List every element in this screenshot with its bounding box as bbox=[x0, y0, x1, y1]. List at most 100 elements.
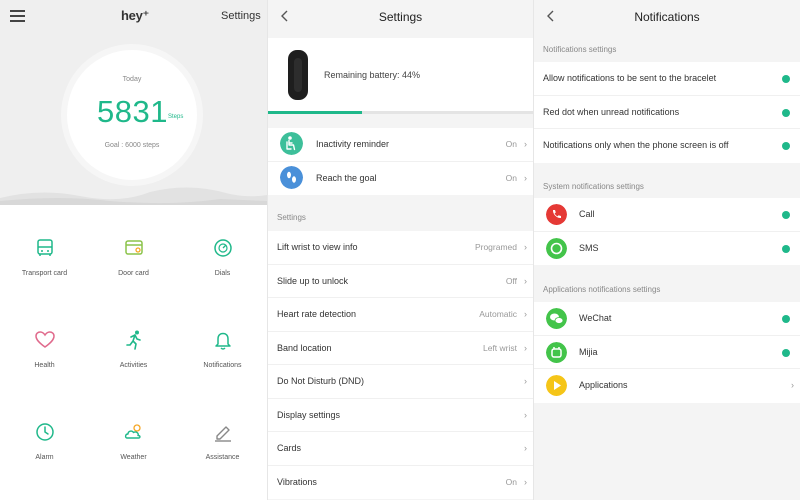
hills-illustration bbox=[0, 187, 267, 205]
row-label: Allow notifications to be sent to the br… bbox=[543, 73, 717, 83]
row-label: Vibrations bbox=[277, 476, 317, 487]
steps-ring[interactable]: Today 5831 Steps Goal : 6000 steps bbox=[67, 50, 197, 180]
row-do-not-disturb[interactable]: Do Not Disturb (DND) › bbox=[268, 365, 533, 399]
heart-icon bbox=[35, 331, 55, 348]
chevron-right-icon: › bbox=[524, 409, 527, 420]
row-label: Do Not Disturb (DND) bbox=[277, 376, 365, 386]
toggle-switch[interactable] bbox=[782, 348, 790, 357]
settings-link[interactable]: Settings bbox=[221, 10, 261, 22]
tile-assistance[interactable]: Assistance bbox=[178, 389, 267, 481]
tile-label: Alarm bbox=[35, 454, 54, 461]
row-reach-the-goal[interactable]: Reach the goal On › bbox=[268, 162, 533, 196]
section-label-settings: Settings bbox=[277, 213, 306, 222]
row-mijia[interactable]: Mijia bbox=[534, 336, 800, 369]
sms-icon bbox=[546, 237, 567, 259]
chevron-right-icon: › bbox=[524, 342, 527, 353]
row-screen-off-only[interactable]: Notifications only when the phone screen… bbox=[534, 129, 800, 163]
mijia-icon bbox=[546, 341, 567, 363]
row-label: Display settings bbox=[277, 409, 341, 420]
app-logo: hey⁺ bbox=[121, 8, 150, 23]
row-slide-up-to-unlock[interactable]: Slide up to unlock Off › bbox=[268, 265, 533, 298]
row-value: Automatic bbox=[479, 309, 517, 319]
tile-weather[interactable]: Weather bbox=[89, 389, 178, 481]
tile-activities[interactable]: Activities bbox=[89, 297, 178, 389]
today-label: Today bbox=[122, 76, 142, 83]
row-applications[interactable]: Applications › bbox=[534, 369, 800, 403]
row-label: Call bbox=[579, 209, 595, 219]
row-label: Cards bbox=[277, 443, 302, 453]
tile-label: Dials bbox=[214, 270, 231, 277]
row-label: Slide up to unlock bbox=[277, 275, 349, 286]
tile-label: Transport card bbox=[21, 270, 68, 277]
toggle-switch[interactable] bbox=[782, 142, 790, 150]
settings-screen: Settings Remaining battery: 44% Inactivi… bbox=[267, 0, 533, 500]
notification-settings-list: Allow notifications to be sent to the br… bbox=[534, 62, 800, 163]
toggle-switch[interactable] bbox=[782, 211, 790, 219]
row-lift-wrist[interactable]: Lift wrist to view info Programed › bbox=[268, 231, 533, 265]
battery-text: Remaining battery: 44% bbox=[324, 70, 421, 80]
row-label: Applications bbox=[579, 380, 628, 390]
row-red-dot[interactable]: Red dot when unread notifications bbox=[534, 96, 800, 129]
row-cards[interactable]: Cards › bbox=[268, 432, 533, 466]
app-notifications-list: WeChat Mijia Applications › bbox=[534, 302, 800, 403]
chevron-right-icon: › bbox=[524, 172, 527, 183]
row-label: Notifications only when the phone screen… bbox=[543, 140, 729, 150]
row-label: WeChat bbox=[579, 313, 612, 323]
running-icon bbox=[126, 330, 141, 350]
wechat-icon bbox=[546, 308, 567, 329]
settings-list: Lift wrist to view info Programed › Slid… bbox=[268, 231, 533, 499]
section-label-applications: Applications notifications settings bbox=[543, 285, 661, 294]
menu-icon[interactable] bbox=[10, 10, 25, 22]
row-label: Lift wrist to view info bbox=[277, 242, 358, 252]
footprints-icon bbox=[280, 165, 303, 189]
row-vibrations[interactable]: Vibrations On › bbox=[268, 466, 533, 500]
row-inactivity-reminder[interactable]: Inactivity reminder On › bbox=[268, 128, 533, 162]
row-value: Programed bbox=[474, 242, 517, 252]
tile-health[interactable]: Health bbox=[0, 297, 89, 389]
tile-label: Weather bbox=[120, 454, 147, 461]
chevron-right-icon: › bbox=[524, 309, 527, 319]
page-title: Settings bbox=[378, 10, 423, 24]
toggle-switch[interactable] bbox=[782, 75, 790, 83]
chevron-right-icon: › bbox=[524, 476, 527, 487]
row-label: Band location bbox=[277, 342, 332, 353]
row-allow-notifications[interactable]: Allow notifications to be sent to the br… bbox=[534, 62, 800, 96]
reminder-list: Inactivity reminder On › Reach the goal … bbox=[268, 128, 533, 195]
toggle-switch[interactable] bbox=[782, 315, 790, 323]
tile-alarm[interactable]: Alarm bbox=[0, 389, 89, 481]
dial-icon bbox=[214, 239, 232, 257]
chevron-right-icon: › bbox=[524, 139, 527, 149]
toggle-switch[interactable] bbox=[782, 244, 790, 253]
steps-unit: Steps bbox=[168, 114, 184, 120]
phone-icon bbox=[546, 204, 567, 225]
notifications-header: Notifications bbox=[534, 0, 800, 34]
bell-icon bbox=[215, 332, 231, 350]
chevron-right-icon: › bbox=[524, 275, 527, 286]
tile-label: Health bbox=[34, 362, 55, 369]
tile-door-card[interactable]: Door card bbox=[89, 205, 178, 297]
row-value: Left wrist bbox=[482, 342, 517, 353]
tile-notifications[interactable]: Notifications bbox=[178, 297, 267, 389]
row-label: Heart rate detection bbox=[277, 309, 357, 319]
chevron-right-icon: › bbox=[791, 380, 794, 390]
band-image bbox=[288, 50, 308, 100]
row-label: SMS bbox=[579, 242, 599, 253]
system-notifications-list: Call SMS bbox=[534, 198, 800, 265]
row-wechat[interactable]: WeChat bbox=[534, 302, 800, 336]
row-heart-rate-detection[interactable]: Heart rate detection Automatic › bbox=[268, 298, 533, 332]
row-band-location[interactable]: Band location Left wrist › bbox=[268, 332, 533, 365]
row-value: On bbox=[505, 476, 517, 487]
row-call[interactable]: Call bbox=[534, 198, 800, 232]
steps-header: hey⁺ Settings Today 5831 Steps Goal : 60… bbox=[0, 0, 267, 205]
row-label: Mijia bbox=[579, 346, 598, 357]
settings-header: Settings bbox=[268, 0, 533, 34]
step-count: 5831 bbox=[97, 94, 168, 129]
tile-transport-card[interactable]: Transport card bbox=[0, 205, 89, 297]
toggle-switch[interactable] bbox=[782, 108, 790, 117]
tile-dials[interactable]: Dials bbox=[178, 205, 267, 297]
row-sms[interactable]: SMS bbox=[534, 232, 800, 266]
goal-text: Goal : 6000 steps bbox=[104, 142, 160, 149]
page-title: Notifications bbox=[634, 10, 700, 24]
row-display-settings[interactable]: Display settings › bbox=[268, 399, 533, 432]
battery-progress-fill bbox=[268, 111, 362, 114]
